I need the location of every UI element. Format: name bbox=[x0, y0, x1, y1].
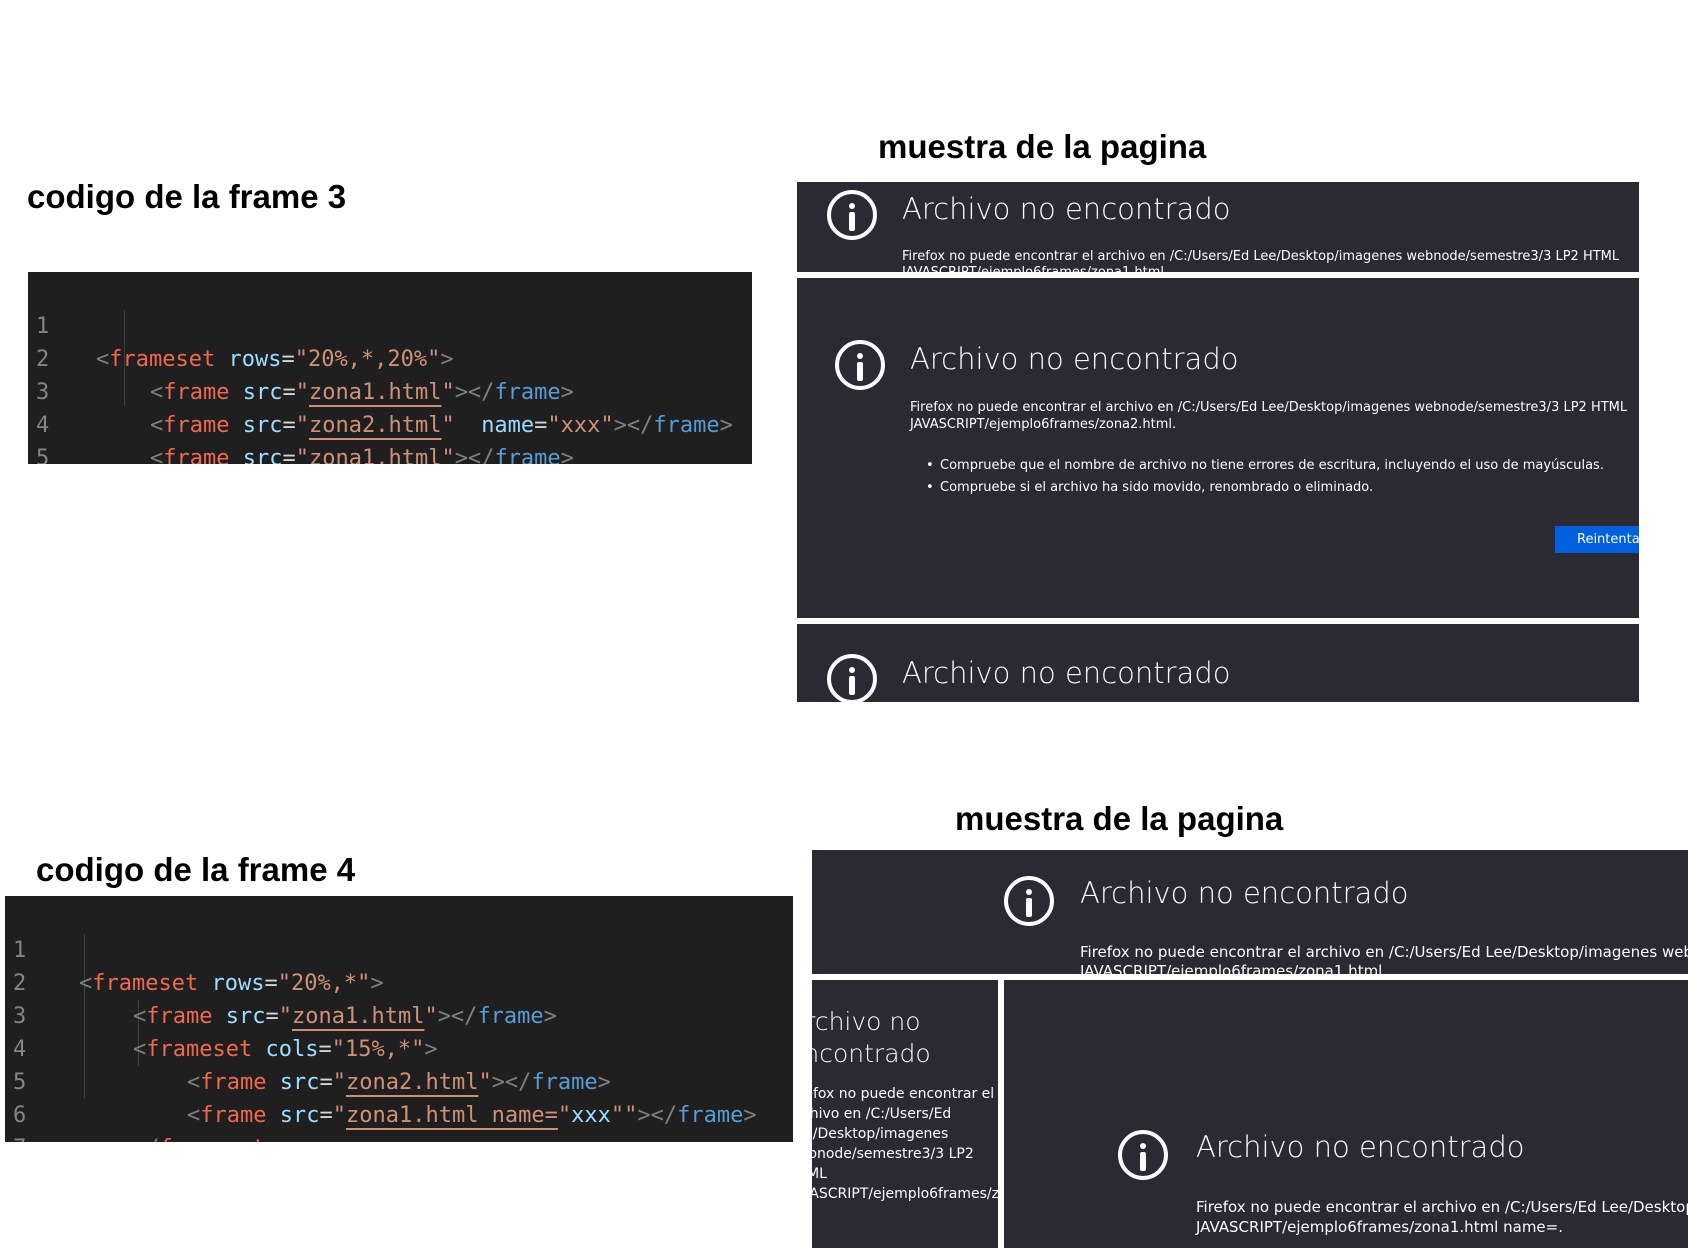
code-line: 2 <frame src="zona1.html"></frame> bbox=[28, 310, 752, 405]
frame3-preview-top: Archivo no encontrado Firefox no puede e… bbox=[797, 182, 1639, 272]
frame3-code-editor: 1 <frameset rows="20%,*,20%"> 2 <frame s… bbox=[28, 272, 752, 464]
line-number: 7 bbox=[13, 1132, 49, 1142]
error-message: JAVASCRIPT/ejemplo6frames/zona2.html. bbox=[910, 417, 1177, 432]
frame3-code-heading: codigo de la frame 3 bbox=[27, 178, 347, 215]
frame4-preview-heading: muestra de la pagina bbox=[955, 800, 1284, 837]
frame4-code-editor: 1 <frameset rows="20%,*"> 2 <frame src="… bbox=[5, 896, 793, 1142]
info-icon bbox=[835, 340, 885, 390]
info-icon bbox=[1004, 876, 1054, 926]
error-message: Firefox no puede encontrar el archivo en… bbox=[812, 1086, 998, 1202]
error-suggestion: Compruebe si el archivo ha sido movido, … bbox=[926, 480, 1373, 495]
info-icon bbox=[827, 190, 877, 240]
frame4-code-heading: codigo de la frame 4 bbox=[36, 851, 356, 888]
code-line: 4 <frame src="zona1.html"></frame> bbox=[28, 376, 752, 464]
frame3-preview-middle: Archivo no encontrado Firefox no puede e… bbox=[797, 278, 1639, 618]
error-message: Firefox no puede encontrar el archivo en… bbox=[902, 249, 1620, 264]
code-line: 6 bbox=[28, 442, 752, 464]
bracket: </ bbox=[133, 1136, 160, 1142]
error-title: Archivo no encontrado bbox=[910, 342, 1239, 376]
info-icon bbox=[827, 654, 877, 702]
error-title: Archivo no encontrado bbox=[1196, 1130, 1525, 1164]
error-suggestion: Compruebe que el nombre de archivo no ti… bbox=[926, 458, 1604, 473]
error-message: JAVASCRIPT/ejemplo6frames/zona1.html bbox=[902, 264, 1164, 272]
code-line: 5 <frame src="zona1.html name="xxx""></f… bbox=[5, 1033, 793, 1128]
code-line: 5 </frameset> bbox=[28, 409, 752, 464]
code-line: 2 <frame src="zona1.html"></frame> bbox=[5, 934, 793, 1029]
error-title: Archivo no encontrado bbox=[812, 1007, 931, 1068]
frame3-preview-bottom: Archivo no encontrado bbox=[797, 624, 1639, 702]
code-line: 6 </frameset> bbox=[5, 1066, 793, 1142]
error-message: JAVASCRIPT/ejemplo6frames/zona1.html bbox=[1080, 962, 1383, 975]
bracket: > bbox=[265, 1136, 278, 1142]
retry-button[interactable]: Reintentar bbox=[1555, 526, 1639, 553]
frame4-preview-right: Archivo no encontrado Firefox no puede e… bbox=[1004, 980, 1688, 1248]
code-line: 1 <frameset rows="20%,*"> bbox=[5, 901, 793, 996]
code-line: 3 <frameset cols="15%,*"> bbox=[5, 967, 793, 1062]
tag-name: frameset bbox=[160, 1136, 266, 1142]
error-title: Archivo no encontrado bbox=[902, 656, 1231, 690]
error-message: Firefox no puede encontrar el archivo en… bbox=[1080, 943, 1688, 961]
code-line: 4 <frame src="zona2.html"></frame> bbox=[5, 1000, 793, 1095]
error-title: Archivo no encontrado bbox=[902, 192, 1231, 226]
code-line: 7 </frameset> bbox=[5, 1099, 793, 1142]
error-message: Firefox no puede encontrar el archivo en… bbox=[1196, 1198, 1688, 1216]
frame4-preview-left: Archivo no encontrado Firefox no puede e… bbox=[812, 980, 998, 1248]
frame3-preview-heading: muestra de la pagina bbox=[878, 128, 1207, 165]
code-line: 1 <frameset rows="20%,*,20%"> bbox=[28, 277, 752, 372]
code-line: 3 <frame src="zona2.html" name="xxx"></f… bbox=[28, 343, 752, 438]
error-message: JAVASCRIPT/ejemplo6frames/zona1.html nam… bbox=[1196, 1218, 1563, 1236]
info-icon bbox=[1118, 1130, 1168, 1180]
error-message: Firefox no puede encontrar el archivo en… bbox=[910, 400, 1628, 415]
frame4-preview-top: Archivo no encontrado Firefox no puede e… bbox=[812, 850, 1688, 974]
error-title: Archivo no encontrado bbox=[1080, 876, 1409, 910]
